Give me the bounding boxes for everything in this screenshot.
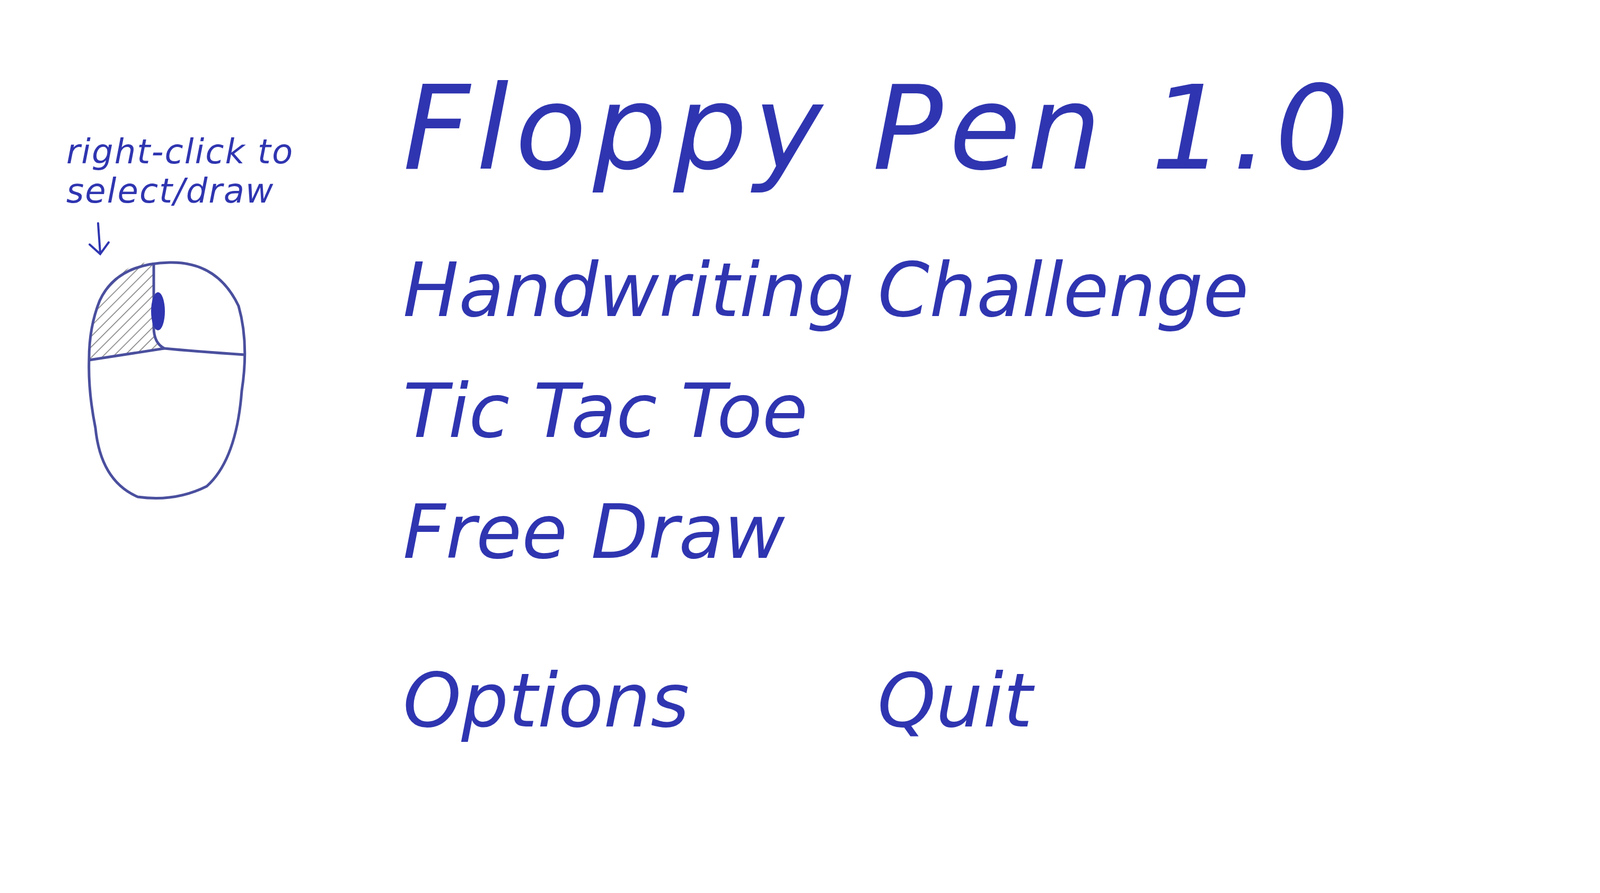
main-menu-screen: right-click toselect/drawFloppy Pen 1.0 H…	[0, 0, 1600, 893]
menu-item[interactable]: Free Draw	[402, 487, 1356, 577]
menu-panel: Floppy Pen 1.0 Handwriting Challenge Tic T…	[402, 0, 1356, 893]
mouse-hint: right-click toselect/draw	[0, 0, 403, 893]
hint-line: right-click to	[66, 132, 403, 172]
footer-item[interactable]: Quit	[877, 656, 1356, 746]
menu-item[interactable]: Handwriting Challenge	[402, 245, 1356, 336]
hint-text: right-click toselect/draw	[66, 132, 403, 211]
down-arrow-icon	[82, 221, 114, 259]
hint-line: select/draw	[66, 171, 403, 212]
menu-item[interactable]: Tic Tac Toe	[402, 366, 1356, 456]
footer-menu: OptionsQuit	[402, 656, 1356, 746]
footer-item[interactable]: Options	[402, 656, 878, 746]
game-title: Floppy Pen 1.0	[402, 58, 1356, 199]
main-menu: Handwriting Challenge Tic Tac Toe Free Dra…	[402, 245, 1356, 577]
mouse-right-click-icon	[84, 258, 255, 503]
